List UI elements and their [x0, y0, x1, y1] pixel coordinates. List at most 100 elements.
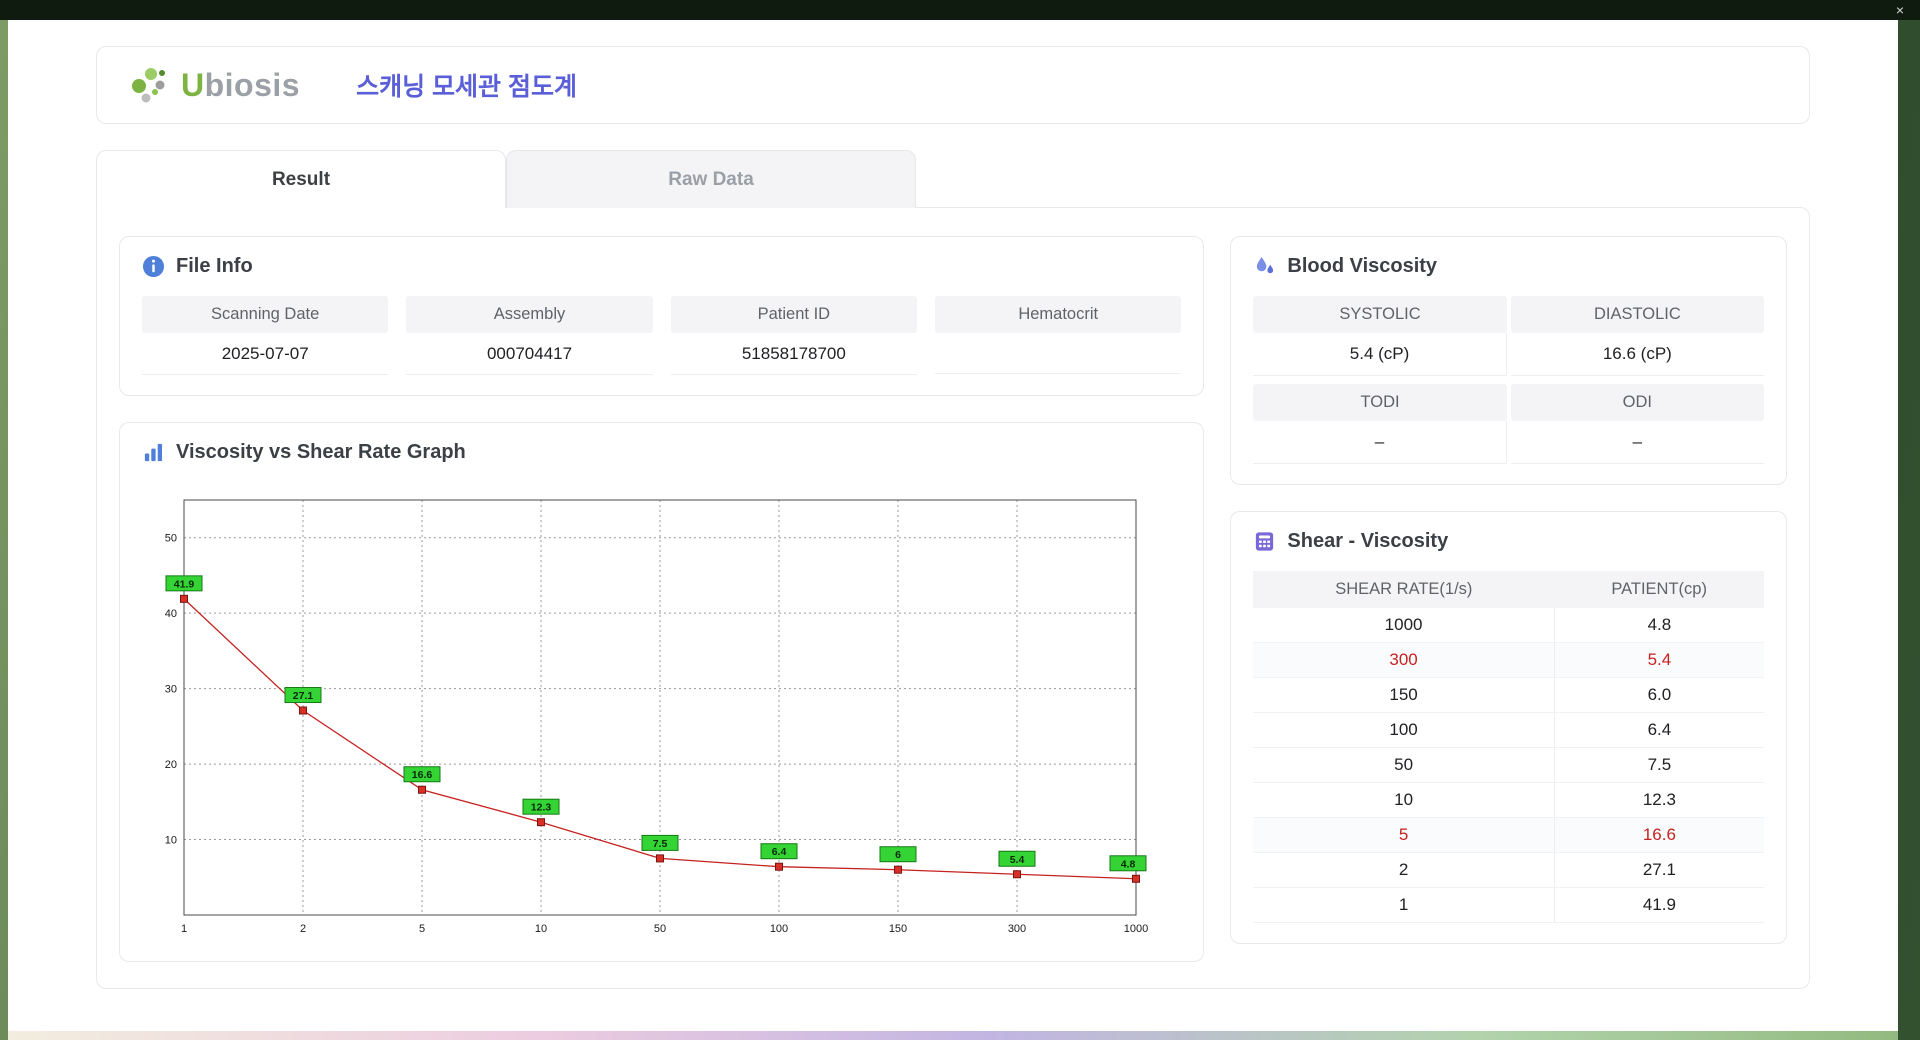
header-card: Ubiosis 스캐닝 모세관 점도계 [96, 46, 1810, 124]
svg-text:16.6: 16.6 [412, 769, 433, 781]
shear-cell: 100 [1253, 712, 1555, 748]
bottom-gradient-strip [8, 1031, 1898, 1040]
patient-cell: 7.5 [1554, 747, 1764, 783]
field-value: 51858178700 [670, 333, 918, 375]
shear-table-body: 1000 4.8 300 5.4 150 6.0 100 6.4 50 7.5 10 12.3 5 16.… [1253, 608, 1764, 923]
app-window: Ubiosis 스캐닝 모세관 점도계 Result Raw Data File… [8, 20, 1898, 1040]
patient-cell: 41.9 [1554, 887, 1764, 923]
bv-head-diastolic: DIASTOLIC [1510, 296, 1764, 333]
field-value: 000704417 [406, 333, 653, 375]
left-column: File Info Scanning Date 2025-07-07 Assem… [119, 236, 1205, 962]
svg-text:40: 40 [165, 608, 177, 620]
field-label: Scanning Date [142, 296, 389, 333]
svg-text:50: 50 [165, 533, 177, 545]
bar-chart-icon [144, 443, 163, 462]
tab-raw-data[interactable]: Raw Data [506, 150, 916, 208]
shear-cell: 300 [1253, 642, 1555, 678]
patient-cell: 12.3 [1554, 782, 1764, 818]
shear-table-row: 300 5.4 [1253, 642, 1764, 678]
svg-text:5: 5 [419, 923, 425, 935]
field-label: Patient ID [670, 296, 918, 333]
file-info-title-text: File Info [176, 255, 253, 277]
shear-cell: 1000 [1253, 608, 1555, 643]
shear-table-row: 5 16.6 [1253, 817, 1764, 853]
graph-title: Viscosity vs Shear Rate Graph [142, 441, 1181, 464]
svg-text:5.4: 5.4 [1010, 854, 1025, 866]
field-assembly: Assembly 000704417 [406, 296, 653, 375]
table-icon [1256, 532, 1274, 551]
svg-text:1000: 1000 [1124, 923, 1148, 935]
shear-viscosity-title: Shear - Viscosity [1253, 530, 1764, 553]
bv-value-todi: – [1253, 421, 1507, 464]
field-scanning-date: Scanning Date 2025-07-07 [142, 296, 389, 375]
ubiosis-logo: Ubiosis [127, 62, 300, 108]
patient-cell: 4.8 [1554, 608, 1764, 643]
viscosity-chart: 10 20 30 40 50 41.9 27.1 16.6 12.3 7.5 6.4 6 5.4 4.8 1… [165, 499, 1148, 935]
right-column: Blood Viscosity SYSTOLIC DIASTOLIC 5.4 (… [1230, 236, 1787, 962]
bv-head-odi: ODI [1510, 384, 1764, 421]
shear-cell: 2 [1253, 852, 1555, 888]
shear-cell: 150 [1253, 677, 1555, 713]
tab-bar: Result Raw Data [96, 150, 1810, 208]
shear-table-row: 100 6.4 [1253, 712, 1764, 748]
info-icon [142, 255, 165, 278]
svg-text:27.1: 27.1 [293, 690, 314, 702]
svg-text:20: 20 [165, 759, 177, 771]
window-titlebar: × [0, 0, 1920, 20]
field-hematocrit: Hematocrit [935, 296, 1182, 375]
patient-cell: 6.0 [1554, 677, 1764, 713]
field-patient-id: Patient ID 51858178700 [670, 296, 918, 375]
graph-panel: Viscosity vs Shear Rate Graph 10 20 30 40 50… [119, 422, 1205, 962]
patient-cell: 27.1 [1554, 852, 1764, 888]
shear-table: SHEAR RATE(1/s) PATIENT(cp) 1000 4.8 300 5.… [1253, 571, 1764, 923]
droplet-icon [1257, 256, 1274, 274]
bv-value-diastolic: 16.6 (cP) [1510, 333, 1764, 376]
graph-title-text: Viscosity vs Shear Rate Graph [176, 441, 466, 463]
bv-value-odi: – [1510, 421, 1764, 464]
svg-text:1: 1 [181, 923, 187, 935]
bv-head-systolic: SYSTOLIC [1253, 296, 1507, 333]
shear-cell: 1 [1253, 887, 1555, 923]
svg-text:10: 10 [165, 835, 177, 847]
shear-table-row: 150 6.0 [1253, 677, 1764, 713]
bv-head-todi: TODI [1253, 384, 1507, 421]
shear-table-row: 1 41.9 [1253, 887, 1764, 923]
blood-viscosity-title: Blood Viscosity [1253, 255, 1764, 278]
field-value [935, 333, 1182, 374]
field-label: Assembly [406, 296, 653, 333]
svg-text:100: 100 [770, 923, 788, 935]
chart-wrap: 10 20 30 40 50 41.9 27.1 16.6 12.3 7.5 6.4 6 5.4 4.8 1… [142, 482, 1181, 941]
svg-text:10: 10 [535, 923, 547, 935]
shear-table-row: 2 27.1 [1253, 852, 1764, 888]
page-title: 스캐닝 모세관 점도계 [356, 73, 577, 101]
blood-viscosity-panel: Blood Viscosity SYSTOLIC DIASTOLIC 5.4 (… [1230, 236, 1787, 485]
shear-table-header-row: SHEAR RATE(1/s) PATIENT(cp) [1253, 571, 1764, 608]
field-value: 2025-07-07 [142, 333, 389, 375]
shear-viscosity-title-text: Shear - Viscosity [1287, 530, 1449, 552]
bv-value-systolic: 5.4 (cP) [1253, 333, 1507, 376]
close-icon[interactable]: × [1896, 3, 1904, 17]
svg-text:41.9: 41.9 [174, 578, 195, 590]
logo-rest: biosis [204, 66, 301, 103]
svg-text:4.8: 4.8 [1121, 858, 1136, 870]
file-info-panel: File Info Scanning Date 2025-07-07 Assem… [119, 236, 1205, 396]
logo-u: U [181, 66, 205, 103]
patient-cell: 5.4 [1554, 642, 1764, 678]
svg-text:300: 300 [1008, 923, 1026, 935]
svg-text:2: 2 [300, 923, 306, 935]
field-label: Hematocrit [935, 296, 1182, 333]
main-card: File Info Scanning Date 2025-07-07 Assem… [96, 207, 1810, 989]
tab-result[interactable]: Result [96, 150, 506, 208]
svg-text:50: 50 [654, 923, 666, 935]
svg-text:6.4: 6.4 [772, 846, 787, 858]
col-shear-rate: SHEAR RATE(1/s) [1253, 571, 1555, 608]
patient-cell: 6.4 [1554, 712, 1764, 748]
svg-text:7.5: 7.5 [653, 838, 668, 850]
patient-cell: 16.6 [1554, 817, 1764, 853]
shear-table-row: 10 12.3 [1253, 782, 1764, 818]
col-patient: PATIENT(cp) [1554, 571, 1764, 608]
svg-text:30: 30 [165, 684, 177, 696]
svg-text:12.3: 12.3 [531, 802, 552, 814]
file-info-fields: Scanning Date 2025-07-07 Assembly 000704… [142, 296, 1182, 375]
shear-cell: 50 [1253, 747, 1555, 783]
